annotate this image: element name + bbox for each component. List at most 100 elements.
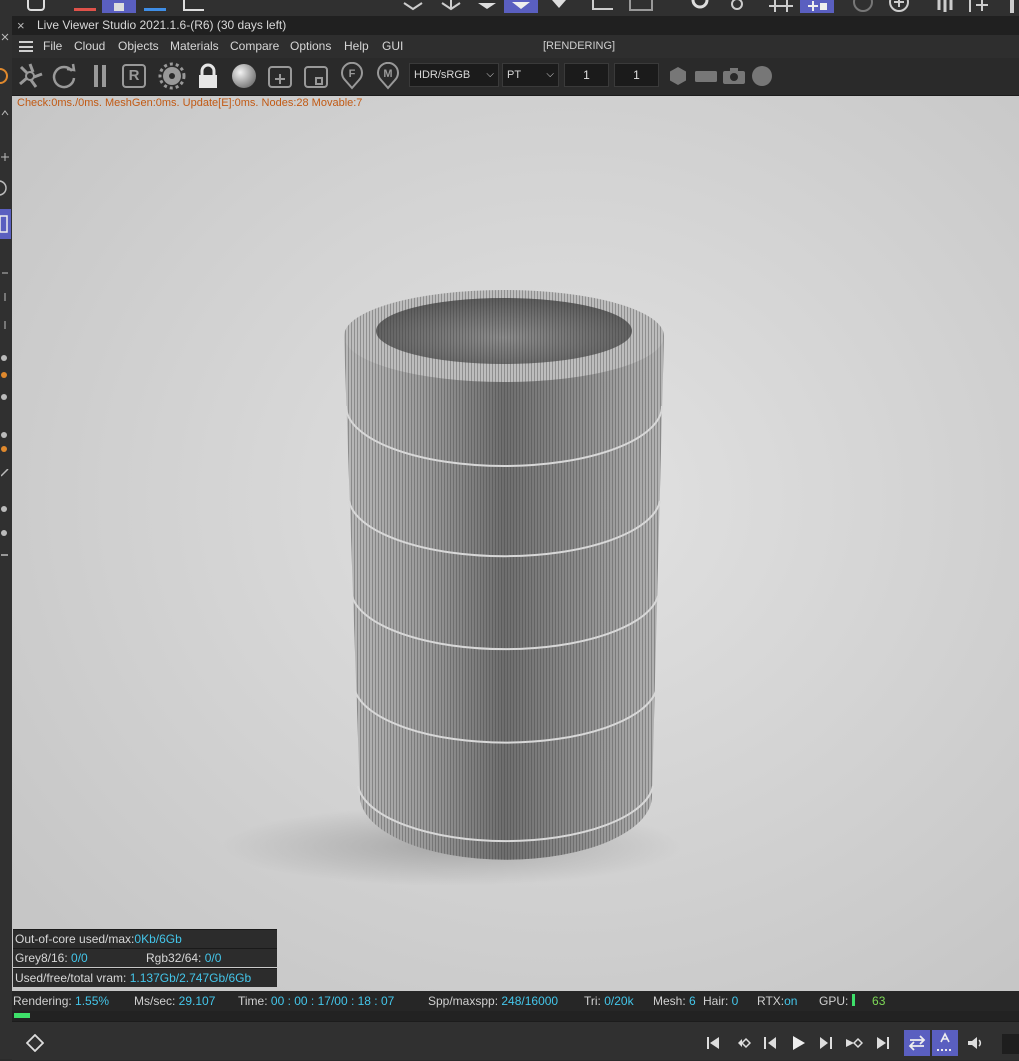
host-left-tool-icon-2[interactable]	[1, 288, 9, 301]
host-gear-icon[interactable]	[724, 0, 750, 13]
rgb-label: Rgb32/64:	[146, 951, 205, 965]
host-left-object-icon-2[interactable]	[1, 388, 9, 400]
clay-mode-icon[interactable]	[302, 62, 330, 90]
host-app-icon[interactable]	[25, 0, 49, 13]
camera-icon[interactable]	[720, 62, 748, 90]
kernel-select[interactable]: PT ⌵	[502, 63, 559, 87]
host-left-rotate-icon[interactable]	[0, 178, 9, 198]
host-grid-icon[interactable]	[764, 0, 798, 13]
circle-icon[interactable]	[748, 62, 776, 90]
host-left-tool-icon-3[interactable]	[1, 316, 9, 329]
host-left-active-tool-icon[interactable]	[0, 209, 11, 239]
next-key-icon[interactable]	[845, 1034, 864, 1052]
material-picker-icon[interactable]: M	[374, 61, 402, 90]
material-picker-letter: M	[383, 68, 393, 80]
go-to-start-icon[interactable]	[705, 1034, 723, 1052]
menu-gui[interactable]: GUI	[382, 35, 403, 58]
auto-key-icon[interactable]	[932, 1030, 958, 1056]
host-film-icon[interactable]	[626, 0, 656, 13]
menu-options[interactable]: Options	[290, 35, 331, 58]
host-left-close-icon[interactable]	[1, 28, 9, 41]
host-cube-icon-2[interactable]	[436, 0, 466, 13]
mesh-value: 6	[689, 994, 696, 1008]
settings-gear-icon[interactable]	[158, 62, 186, 90]
host-lock-axis-icon[interactable]	[102, 0, 136, 13]
numeric-field-b[interactable]: 1	[614, 63, 659, 87]
host-frame-icon[interactable]	[590, 0, 616, 13]
host-figure-icon[interactable]	[930, 0, 960, 13]
host-edge-icon[interactable]	[1006, 0, 1019, 13]
film-region-icon[interactable]	[692, 62, 720, 90]
keyframe-diamond-icon[interactable]	[25, 1033, 45, 1053]
menu-help[interactable]: Help	[344, 35, 369, 58]
host-left-orange-icon[interactable]	[0, 66, 9, 86]
restart-render-icon[interactable]	[50, 62, 78, 90]
next-frame-icon[interactable]	[817, 1034, 835, 1052]
spp-readout: Spp/maxspp: 248/16000	[428, 991, 558, 1011]
send-scene-icon[interactable]	[16, 62, 44, 90]
menu-compare[interactable]: Compare	[230, 35, 279, 58]
host-plus-icon[interactable]	[966, 0, 996, 13]
host-left-object-icon-7[interactable]	[1, 546, 9, 556]
menu-cloud[interactable]: Cloud	[74, 35, 105, 58]
host-left-arrow-icon[interactable]	[1, 104, 9, 116]
grey-value: 0/0	[71, 951, 88, 965]
host-left-object-icon-3[interactable]	[1, 426, 9, 438]
material-sphere-icon[interactable]	[230, 62, 258, 90]
host-left-object-icon-4[interactable]	[1, 440, 9, 452]
host-blue-axis-icon[interactable]	[142, 0, 168, 13]
pause-render-icon[interactable]	[86, 62, 114, 90]
grey-label: Grey8/16:	[15, 951, 72, 965]
hexagon-icon[interactable]	[664, 62, 692, 90]
host-left-pen-icon[interactable]	[0, 464, 9, 477]
numeric-field-a[interactable]: 1	[564, 63, 609, 87]
host-cube-icon[interactable]	[398, 0, 428, 13]
host-magnet-icon[interactable]	[686, 0, 714, 13]
spp-label: Spp/maxspp:	[428, 994, 502, 1008]
host-cube-active-icon[interactable]	[504, 0, 538, 13]
sound-icon[interactable]	[966, 1034, 984, 1052]
host-left-object-icon-5[interactable]	[1, 500, 9, 512]
loop-toggle-icon[interactable]	[904, 1030, 930, 1056]
menu-file[interactable]: File	[43, 35, 62, 58]
host-cube-icon-4[interactable]	[544, 0, 574, 13]
play-icon[interactable]	[789, 1034, 807, 1052]
out-of-core-readout: Out-of-core used/max:0Kb/6Gb	[13, 929, 277, 948]
host-left-tool-icon-1[interactable]	[1, 264, 9, 274]
host-snap-active-icon[interactable]	[800, 0, 834, 13]
previous-key-icon[interactable]	[733, 1034, 752, 1052]
render-progress-bar	[12, 1011, 1019, 1021]
window-title: Live Viewer Studio 2021.1.6-(R6) (30 day…	[37, 18, 287, 32]
render-viewport[interactable]: Check:0ms./0ms. MeshGen:0ms. Update[E]:0…	[12, 96, 1019, 991]
vram-readout: Used/free/total vram: 1.137Gb/2.747Gb/6G…	[13, 968, 277, 987]
spp-value: 248/16000	[501, 994, 559, 1008]
time-value: 00 : 00 : 17/00 : 18 : 07	[270, 994, 395, 1008]
host-cube-icon-3[interactable]	[472, 0, 502, 13]
host-target-icon[interactable]	[848, 0, 878, 13]
add-object-icon[interactable]	[266, 62, 294, 90]
host-transform-icon[interactable]	[180, 0, 208, 13]
go-to-end-icon[interactable]	[873, 1034, 891, 1052]
host-left-object-icon-1[interactable]	[1, 349, 9, 361]
host-left-light-icon[interactable]	[1, 366, 9, 378]
host-add-icon[interactable]	[884, 0, 914, 13]
host-left-move-icon[interactable]	[1, 148, 9, 161]
tri-label: Tri:	[584, 994, 605, 1008]
lock-icon[interactable]	[194, 62, 222, 90]
host-left-object-icon-6[interactable]	[1, 524, 9, 536]
ms-sec-readout: Ms/sec: 29.107	[134, 991, 215, 1011]
menu-materials[interactable]: Materials	[170, 35, 219, 58]
hamburger-menu-icon[interactable]	[19, 41, 33, 52]
previous-frame-icon[interactable]	[761, 1034, 779, 1052]
close-window-icon[interactable]: ×	[17, 16, 25, 35]
render-mode-select[interactable]: HDR/sRGB ⌵	[409, 63, 499, 87]
gpu-label: GPU:	[819, 994, 849, 1008]
mssec-label: Ms/sec:	[134, 994, 179, 1008]
host-red-axis-icon[interactable]	[72, 0, 98, 13]
mesh-label: Mesh:	[653, 994, 690, 1008]
region-render-button[interactable]: R	[120, 62, 148, 90]
focus-picker-icon[interactable]: F	[338, 61, 366, 90]
menu-objects[interactable]: Objects	[118, 35, 159, 58]
frame-field-edge[interactable]	[1002, 1034, 1019, 1054]
focus-picker-letter: F	[348, 68, 356, 80]
